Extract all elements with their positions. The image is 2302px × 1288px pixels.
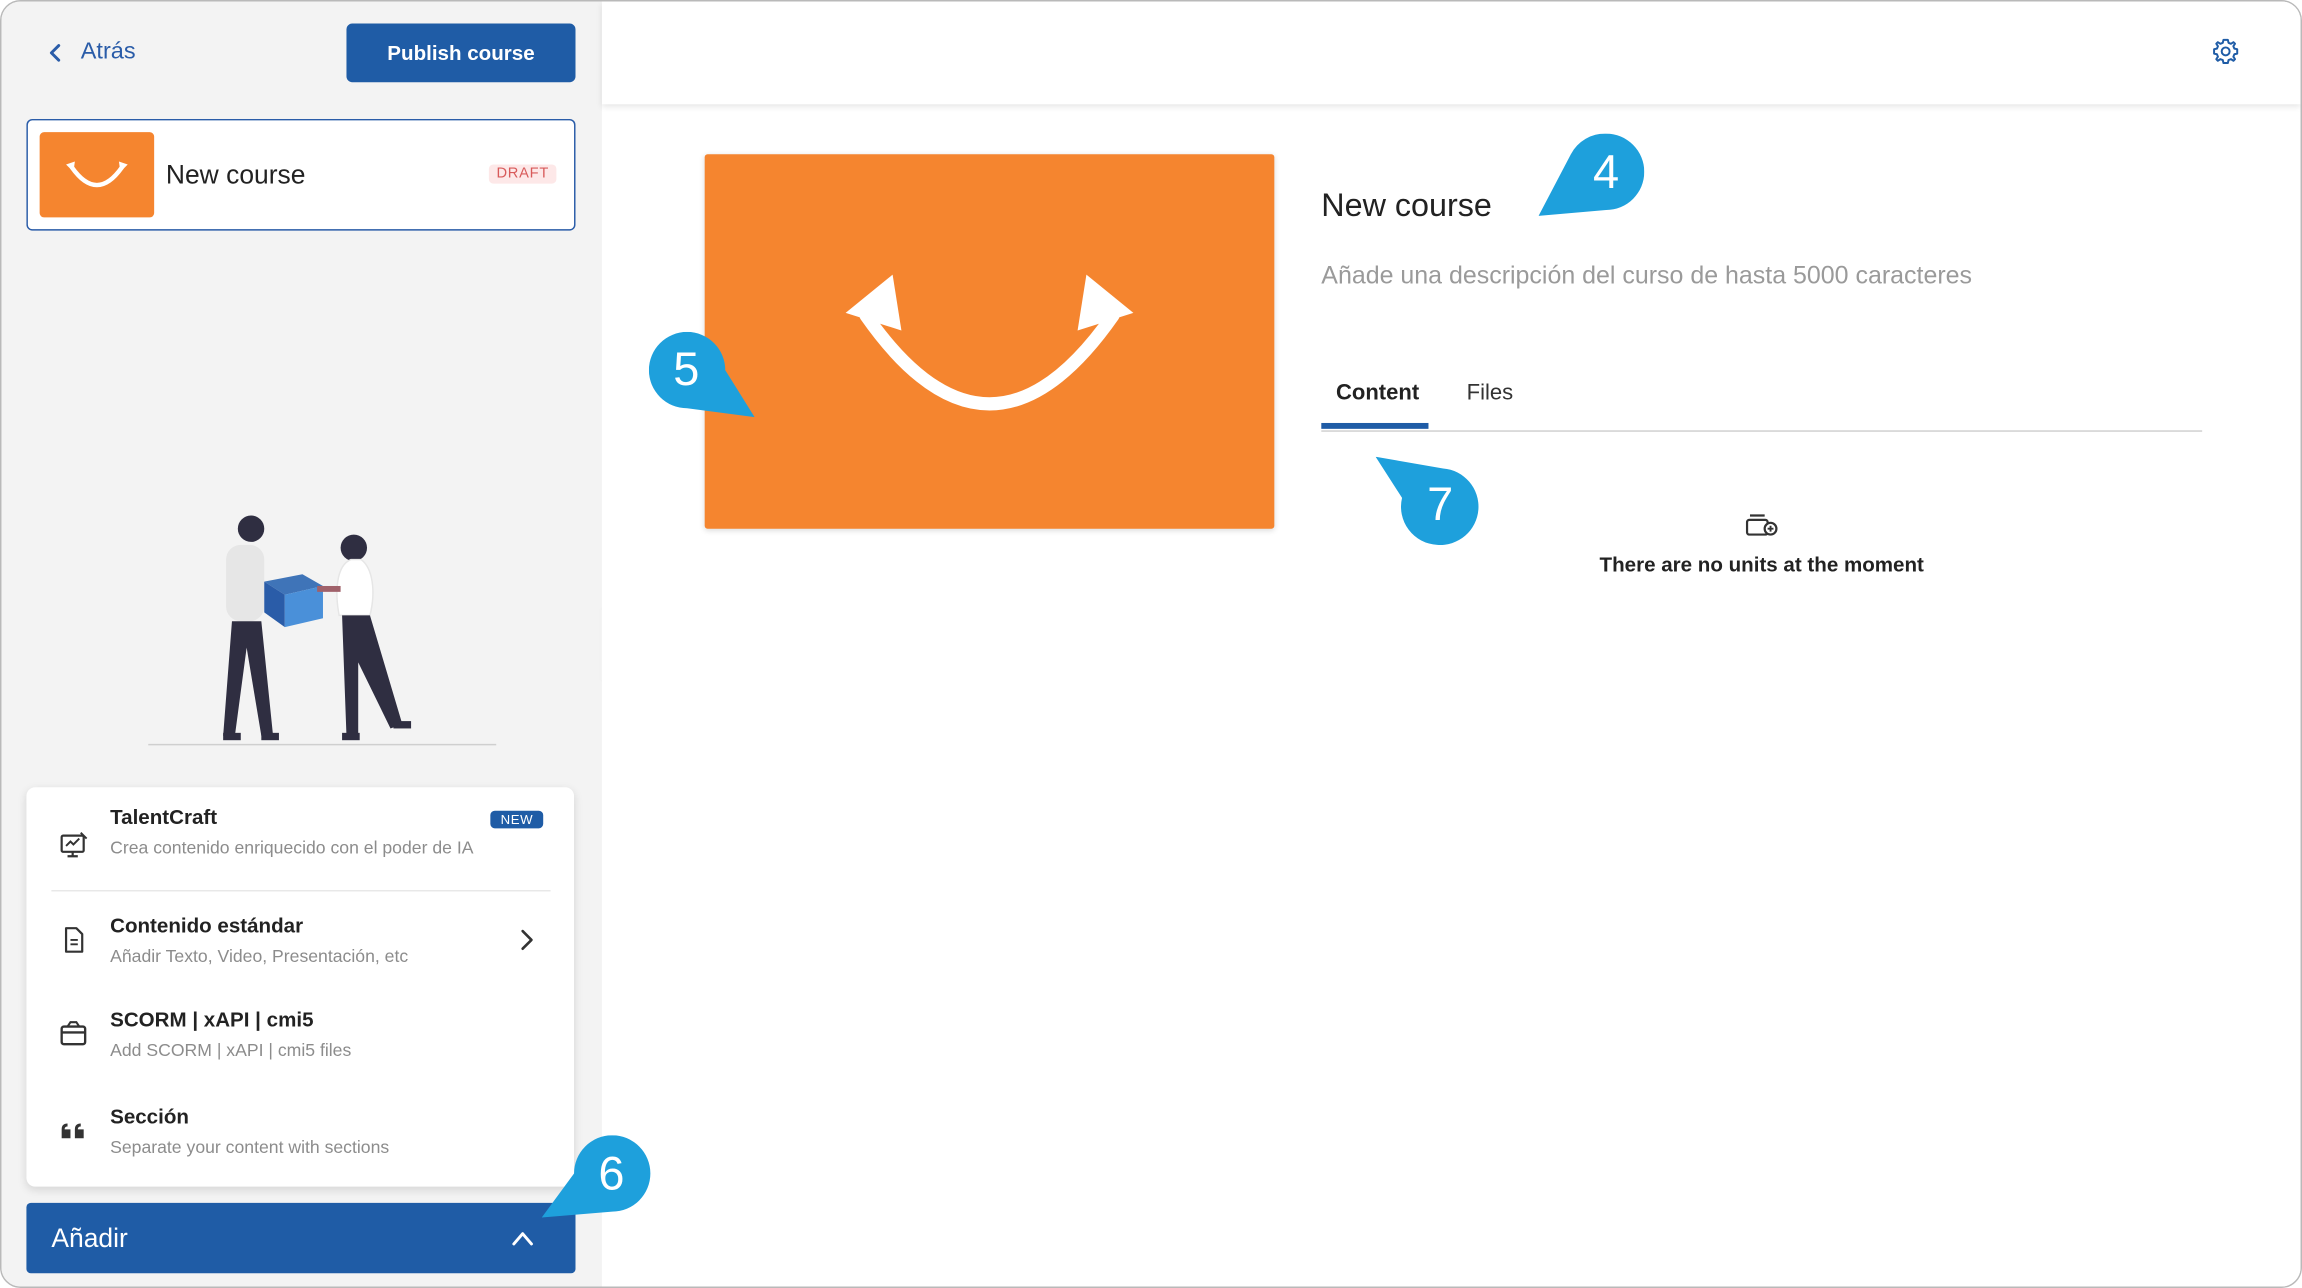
app: Atrás Publish course New course DRAFT Ta…: [0, 0, 2302, 1288]
menu-item-title: Contenido estándar: [110, 913, 304, 937]
smile-logo-icon: [845, 274, 1134, 411]
callout-number: 7: [1427, 477, 1454, 531]
package-icon: [60, 1021, 87, 1046]
top-bar: [601, 1, 2301, 105]
menu-item-scorm[interactable]: SCORM | xAPI | cmi5 Add SCORM | xAPI | c…: [26, 993, 574, 1078]
menu-item-talentcraft[interactable]: TalentCraft Crea contenido enriquecido c…: [26, 787, 574, 890]
callout-number: 6: [598, 1147, 625, 1200]
add-button-label: Añadir: [51, 1223, 128, 1253]
quote-icon: [61, 1123, 84, 1139]
callout-number: 4: [1593, 145, 1620, 199]
tab-content[interactable]: Content: [1336, 380, 1419, 405]
empty-state: There are no units at the moment: [1459, 511, 2064, 576]
course-description-field[interactable]: Añade una descripción del curso de hasta…: [1321, 261, 1972, 290]
add-button[interactable]: Añadir: [26, 1202, 576, 1274]
tab-files[interactable]: Files: [1467, 380, 1513, 405]
menu-divider: [51, 889, 551, 892]
publish-course-button[interactable]: Publish course: [346, 23, 576, 83]
add-content-menu: TalentCraft Crea contenido enriquecido c…: [26, 787, 575, 1187]
chevron-right-icon: [521, 929, 533, 951]
callout-number: 5: [673, 342, 700, 396]
gear-icon[interactable]: [2212, 38, 2239, 64]
back-link[interactable]: Atrás: [46, 37, 136, 69]
handover-illustration: [148, 515, 497, 746]
course-title[interactable]: New course: [1321, 187, 1492, 225]
menu-item-contenido-estandar[interactable]: Contenido estándar Añadir Texto, Video, …: [26, 899, 574, 984]
add-unit-icon: [1745, 514, 1778, 536]
course-thumbnail: [39, 132, 155, 218]
status-badge: DRAFT: [489, 164, 557, 184]
document-icon: [64, 927, 84, 953]
chevron-up-icon: [512, 1232, 533, 1246]
new-badge: NEW: [490, 810, 544, 829]
sidebar: Atrás Publish course New course DRAFT Ta…: [1, 1, 601, 1287]
callout-5: 5: [648, 331, 759, 420]
course-card[interactable]: New course DRAFT: [26, 118, 576, 231]
active-tab-indicator: [1321, 422, 1429, 429]
callout-6: 6: [541, 1135, 652, 1220]
main-panel: New course Añade una descripción del cur…: [601, 1, 2301, 1287]
content-tabs: Content Files: [1321, 366, 2203, 432]
menu-item-title: TalentCraft: [110, 804, 218, 829]
ai-monitor-icon: [60, 832, 88, 858]
back-label: Atrás: [80, 39, 136, 65]
smile-logo-icon: [66, 161, 128, 188]
chevron-left-icon: [49, 44, 61, 62]
menu-item-seccion[interactable]: Sección Separate your content with secti…: [26, 1088, 574, 1173]
empty-state-text: There are no units at the moment: [1599, 552, 1924, 576]
menu-item-title: Sección: [110, 1104, 189, 1128]
menu-item-desc: Crea contenido enriquecido con el poder …: [110, 837, 474, 858]
callout-4: 4: [1538, 133, 1645, 219]
callout-7: 7: [1375, 456, 1482, 548]
stage: Atrás Publish course New course DRAFT Ta…: [0, 0, 2302, 1288]
menu-item-title: SCORM | xAPI | cmi5: [110, 1007, 314, 1031]
course-name: New course: [165, 160, 306, 190]
window-frame: Atrás Publish course New course DRAFT Ta…: [0, 0, 2302, 1288]
menu-item-desc: Añadir Texto, Video, Presentación, etc: [110, 945, 409, 967]
course-cover-image[interactable]: [704, 154, 1275, 529]
menu-item-desc: Separate your content with sections: [110, 1136, 390, 1158]
menu-item-desc: Add SCORM | xAPI | cmi5 files: [110, 1039, 352, 1061]
